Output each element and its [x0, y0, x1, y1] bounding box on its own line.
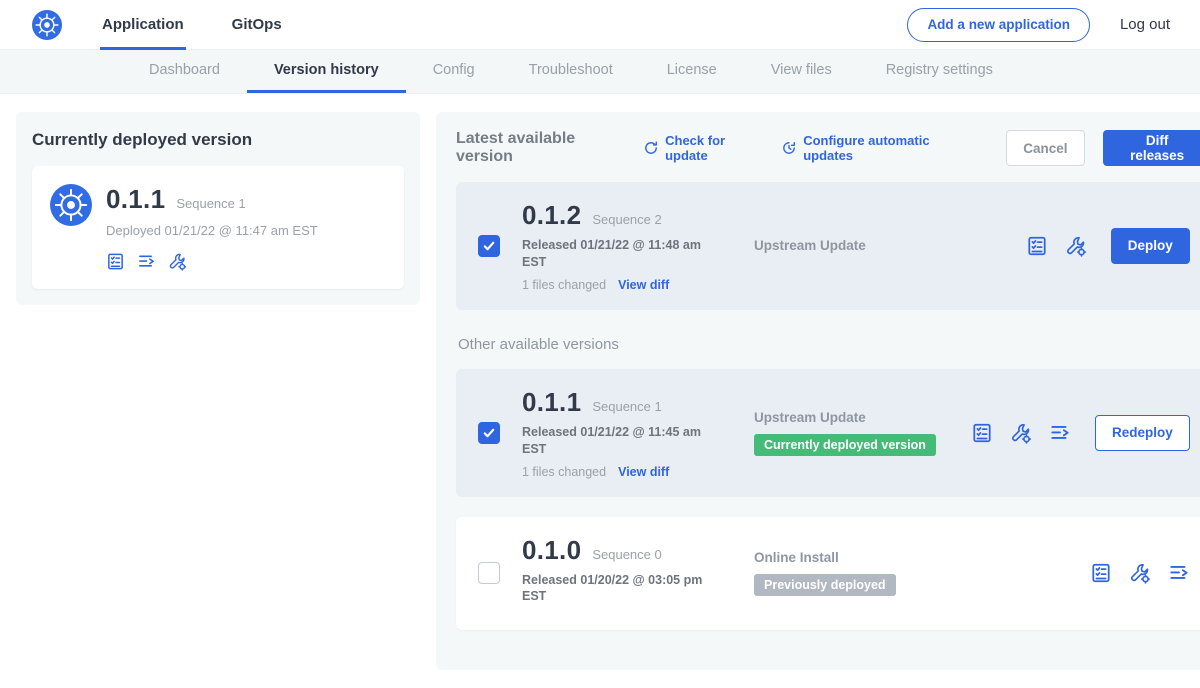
status-badge: Previously deployed	[754, 574, 896, 596]
main-content: Currently deployed version	[0, 94, 1200, 688]
add-new-application-button[interactable]: Add a new application	[907, 8, 1090, 42]
kubernetes-logo-icon	[32, 10, 62, 40]
release-notes-icon[interactable]	[106, 252, 125, 271]
subnav-item-registry-settings[interactable]: Registry settings	[859, 50, 1020, 93]
app-icon	[50, 184, 92, 226]
version-source-label: Online Install	[754, 550, 949, 565]
version-checkbox[interactable]	[478, 235, 500, 257]
version-number: 0.1.2	[522, 200, 581, 231]
logout-button[interactable]: Log out	[1120, 16, 1170, 33]
version-sequence: Sequence 0	[592, 547, 661, 562]
version-actions: Deploy	[1026, 228, 1190, 264]
release-notes-icon[interactable]	[1026, 235, 1048, 257]
deployed-info: 0.1.1 Sequence 1 Deployed 01/21/22 @ 11:…	[106, 184, 318, 271]
version-info: 0.1.2 Sequence 2 Released 01/21/22 @ 11:…	[522, 200, 732, 292]
version-sequence: Sequence 2	[592, 212, 661, 227]
config-icon[interactable]	[1129, 562, 1151, 584]
subnav-item-version-history[interactable]: Version history	[247, 50, 406, 93]
version-number: 0.1.1	[522, 387, 581, 418]
top-navbar: Application GitOps Add a new application…	[0, 0, 1200, 50]
version-history-panel: Latest available version Check for updat…	[436, 112, 1200, 670]
deployed-version-number: 0.1.1	[106, 184, 165, 215]
files-changed-label: 1 files changed	[522, 278, 606, 292]
files-changed-row: 1 files changed View diff	[522, 278, 732, 292]
config-icon[interactable]	[1065, 235, 1087, 257]
version-number: 0.1.0	[522, 535, 581, 566]
version-checkbox[interactable]	[478, 562, 500, 584]
version-source-label: Upstream Update	[754, 410, 949, 425]
check-for-update-link[interactable]: Check for update	[643, 133, 763, 163]
app-root: Application GitOps Add a new application…	[0, 0, 1200, 688]
other-versions-title: Other available versions	[458, 336, 1200, 353]
view-files-icon[interactable]	[1049, 422, 1071, 444]
version-actions: Redeploy	[971, 415, 1190, 451]
deployed-timestamp: Deployed 01/21/22 @ 11:47 am EST	[106, 223, 318, 238]
schedule-icon	[781, 140, 797, 156]
subnav-item-license[interactable]: License	[640, 50, 744, 93]
primary-tabs: Application GitOps	[100, 0, 328, 50]
version-row: 0.1.0 Sequence 0 Released 01/20/22 @ 03:…	[456, 517, 1200, 631]
other-version-list: 0.1.1 Sequence 1 Released 01/21/22 @ 11:…	[456, 369, 1200, 631]
subnav-item-dashboard[interactable]: Dashboard	[122, 50, 247, 93]
subnav-item-troubleshoot[interactable]: Troubleshoot	[502, 50, 640, 93]
deployed-version-sequence: Sequence 1	[176, 196, 245, 211]
tab-application[interactable]: Application	[100, 0, 186, 50]
view-files-icon[interactable]	[1168, 562, 1190, 584]
version-panel-header: Latest available version Check for updat…	[456, 130, 1200, 166]
release-notes-icon[interactable]	[971, 422, 993, 444]
refresh-icon	[643, 140, 659, 156]
files-changed-label: 1 files changed	[522, 465, 606, 479]
version-released-timestamp: Released 01/20/22 @ 03:05 pm EST	[522, 572, 704, 606]
check-for-update-label: Check for update	[665, 133, 763, 163]
version-released-timestamp: Released 01/21/22 @ 11:48 am EST	[522, 237, 704, 271]
diff-releases-button[interactable]: Diff releases	[1103, 130, 1200, 166]
release-notes-icon[interactable]	[1090, 562, 1112, 584]
subnav-item-config[interactable]: Config	[406, 50, 502, 93]
files-changed-row: 1 files changed View diff	[522, 465, 732, 479]
secondary-nav: DashboardVersion historyConfigTroublesho…	[0, 50, 1200, 94]
version-source: Online Install Previously deployed	[754, 550, 949, 596]
version-sequence: Sequence 1	[592, 399, 661, 414]
version-actions	[1090, 562, 1190, 584]
navbar-right: Add a new application Log out	[907, 8, 1170, 42]
view-diff-link[interactable]: View diff	[618, 278, 669, 292]
version-source: Upstream Update	[754, 238, 949, 253]
config-icon[interactable]	[1010, 422, 1032, 444]
configure-automatic-updates-link[interactable]: Configure automatic updates	[781, 133, 970, 163]
deploy-button[interactable]: Redeploy	[1095, 415, 1190, 451]
version-source: Upstream Update Currently deployed versi…	[754, 410, 949, 456]
version-row: 0.1.1 Sequence 1 Released 01/21/22 @ 11:…	[456, 369, 1200, 497]
version-released-timestamp: Released 01/21/22 @ 11:45 am EST	[522, 424, 704, 458]
cancel-button[interactable]: Cancel	[1006, 130, 1084, 166]
version-source-label: Upstream Update	[754, 238, 949, 253]
config-icon[interactable]	[168, 252, 187, 271]
view-files-icon[interactable]	[137, 252, 156, 271]
version-info: 0.1.0 Sequence 0 Released 01/20/22 @ 03:…	[522, 535, 732, 613]
view-diff-link[interactable]: View diff	[618, 465, 669, 479]
version-checkbox[interactable]	[478, 422, 500, 444]
deployed-icon-row	[106, 252, 318, 271]
version-row: 0.1.2 Sequence 2 Released 01/21/22 @ 11:…	[456, 182, 1200, 310]
configure-automatic-updates-label: Configure automatic updates	[803, 133, 970, 163]
status-badge: Currently deployed version	[754, 434, 936, 456]
deployed-panel-title: Currently deployed version	[32, 130, 404, 150]
currently-deployed-panel: Currently deployed version	[16, 112, 420, 305]
latest-version-list: 0.1.2 Sequence 2 Released 01/21/22 @ 11:…	[456, 182, 1200, 310]
latest-available-title: Latest available version	[456, 130, 625, 166]
deploy-button[interactable]: Deploy	[1111, 228, 1190, 264]
version-info: 0.1.1 Sequence 1 Released 01/21/22 @ 11:…	[522, 387, 732, 479]
tab-gitops[interactable]: GitOps	[230, 0, 284, 50]
subnav-item-view-files[interactable]: View files	[744, 50, 859, 93]
deployed-version-card: 0.1.1 Sequence 1 Deployed 01/21/22 @ 11:…	[32, 166, 404, 289]
